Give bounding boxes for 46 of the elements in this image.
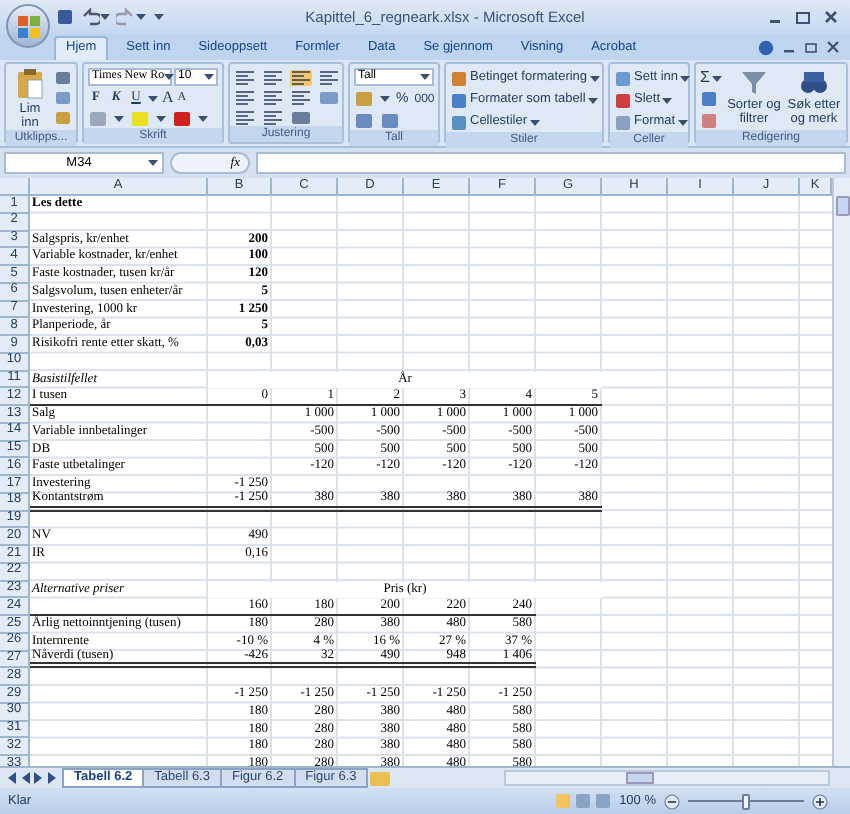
binoculars-icon (799, 68, 828, 96)
wrap-text-icon[interactable] (318, 70, 340, 86)
align-middle-icon[interactable] (262, 70, 284, 86)
vertical-scrollbar[interactable] (832, 178, 850, 766)
align-bottom-icon[interactable] (290, 70, 312, 86)
caret-icon (198, 116, 208, 122)
formula-field[interactable] (256, 152, 846, 174)
sort-filter-icon (739, 68, 768, 96)
caret-icon (148, 95, 158, 101)
caret-icon (380, 96, 390, 102)
caret-icon (662, 98, 673, 104)
office-button[interactable] (6, 4, 50, 48)
close-icon[interactable] (826, 40, 840, 54)
zoom-out-icon[interactable] (664, 793, 680, 809)
align-center-icon[interactable] (262, 90, 284, 106)
align-right-icon[interactable] (290, 90, 312, 106)
undo-icon[interactable] (80, 8, 100, 26)
maximize-icon[interactable] (794, 8, 812, 26)
save-icon[interactable] (56, 8, 74, 26)
zoom-slider[interactable] (688, 793, 804, 809)
align-top-icon[interactable] (234, 70, 256, 86)
caret-icon (100, 14, 110, 20)
decrease-indent-icon[interactable] (234, 110, 256, 126)
caret-icon (164, 74, 175, 80)
caret-icon (711, 75, 722, 81)
zoom-in-icon[interactable] (812, 793, 828, 809)
office-logo-icon (17, 15, 39, 37)
caret-icon (589, 76, 600, 82)
grow-font-button[interactable]: A (162, 90, 174, 106)
caret-icon (204, 74, 214, 80)
horizontal-scrollbar[interactable] (504, 770, 830, 786)
caret-icon (148, 160, 158, 166)
caret-icon (587, 98, 598, 104)
clipboard-icon (16, 68, 44, 100)
align-left-icon[interactable] (234, 90, 256, 106)
caret-icon (677, 120, 688, 126)
caret-icon (680, 76, 691, 82)
caret-icon (529, 120, 540, 126)
caret-icon (156, 116, 166, 122)
close-icon[interactable] (822, 8, 840, 26)
restore-icon[interactable] (804, 40, 818, 54)
caret-icon (420, 74, 430, 80)
autosum-button[interactable]: Σ (700, 70, 722, 86)
increase-indent-icon[interactable] (262, 110, 284, 126)
redo-icon[interactable] (116, 8, 136, 26)
caret-icon (114, 116, 124, 122)
